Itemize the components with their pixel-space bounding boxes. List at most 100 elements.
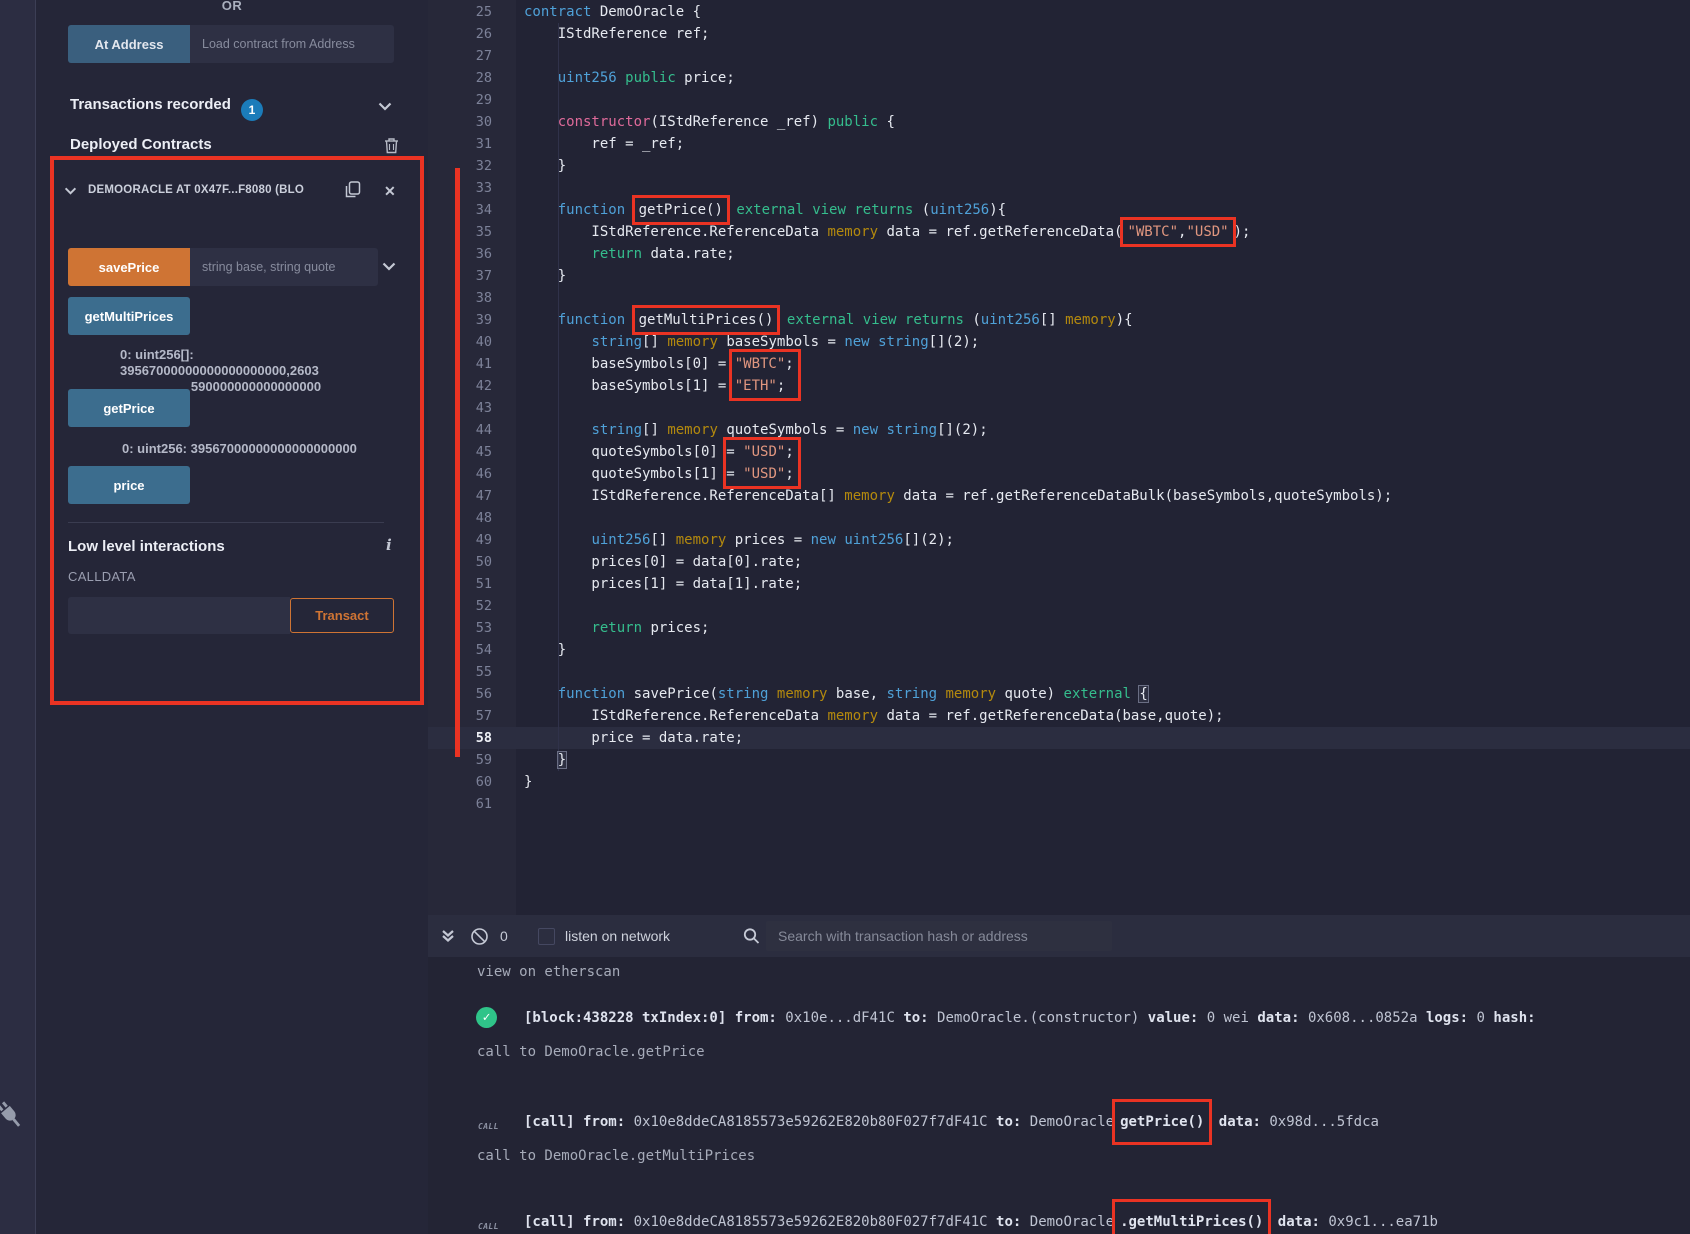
code-line[interactable]: 39 function getMultiPrices() external vi… [428,309,1690,331]
terminal-transaction-entry[interactable]: ✓[block:438228 txIndex:0] from: 0x10e...… [428,1007,1690,1029]
terminal-text-segment: hash: [1493,1010,1535,1026]
code-token: (IStdReference _ref) [650,114,827,130]
code-line[interactable]: 48 [428,507,1690,529]
code-line[interactable]: 35 IStdReference.ReferenceData memory da… [428,221,1690,243]
code-line[interactable]: 56 function savePrice(string memory base… [428,683,1690,705]
terminal-text-segment: from: [583,1214,625,1230]
terminal-transaction-entry[interactable]: CALL[call] from: 0x10e8ddeCA8185573e5926… [428,1111,1690,1133]
listen-on-network-label: listen on network [565,915,670,957]
code-line[interactable]: 34 function getPrice() external view ret… [428,199,1690,221]
code-token: returns [854,202,913,218]
terminal-log[interactable]: view on etherscan✓[block:438228 txIndex:… [428,957,1690,1234]
code-line[interactable]: 38 [428,287,1690,309]
line-number: 51 [428,573,492,595]
code-line[interactable]: 25contract DemoOracle { [428,1,1690,23]
code-token: memory [844,488,895,504]
code-line[interactable]: 29 [428,89,1690,111]
code-line[interactable]: 28 uint256 public price; [428,67,1690,89]
code-line[interactable]: 61 [428,793,1690,815]
contract-expand-chevron-icon[interactable] [64,187,77,195]
code-line[interactable]: 54 } [428,639,1690,661]
code-line[interactable]: 58 price = data.rate; [428,727,1690,749]
code-token: public [625,70,676,86]
code-line[interactable]: 46 quoteSymbols[1] = "USD"; [428,463,1690,485]
code-token: data.rate; [642,246,735,262]
line-number: 48 [428,507,492,529]
code-token: ); [1234,224,1251,240]
code-line[interactable]: 55 [428,661,1690,683]
line-number: 33 [428,177,492,199]
copy-address-icon[interactable] [345,181,361,199]
code-line[interactable]: 33 [428,177,1690,199]
code-line[interactable]: 57 IStdReference.ReferenceData memory da… [428,705,1690,727]
at-address-button[interactable]: At Address [68,25,190,63]
code-line[interactable]: 40 string[] memory baseSymbols = new str… [428,331,1690,353]
code-token: [](2); [929,334,980,350]
annotation-red-box: .getMultiPrices() [1112,1199,1271,1234]
code-line[interactable]: 37 } [428,265,1690,287]
plugin-manager-icon[interactable] [0,1091,34,1139]
deployed-contract-header[interactable]: DEMOORACLE AT 0X47F...F8080 (BLO ✕ [64,181,404,205]
remove-contract-icon[interactable]: ✕ [384,183,396,200]
transactions-count-badge: 1 [241,99,263,121]
code-token: } [524,642,566,658]
code-line[interactable]: 36 return data.rate; [428,243,1690,265]
terminal-text-segment: to: [996,1114,1021,1130]
code-token: new [853,422,878,438]
code-line[interactable]: 44 string[] memory quoteSymbols = new st… [428,419,1690,441]
code-line[interactable]: 43 [428,397,1690,419]
code-line[interactable]: 27 [428,45,1690,67]
terminal-search-input[interactable] [766,921,1112,951]
transact-button[interactable]: Transact [290,598,394,633]
code-editor[interactable]: 25contract DemoOracle {26 IStdReference … [428,0,1690,915]
code-line[interactable]: 31 ref = _ref; [428,133,1690,155]
price-button[interactable]: price [68,466,190,504]
listen-on-network-checkbox[interactable] [538,928,555,945]
code-token: price; [676,70,735,86]
code-token: "USD" [1186,224,1228,240]
info-icon[interactable]: i [386,536,392,554]
code-line[interactable]: 47 IStdReference.ReferenceData[] memory … [428,485,1690,507]
line-number: 26 [428,23,492,45]
code-line[interactable]: 50 prices[0] = data[0].rate; [428,551,1690,573]
collapse-terminal-icon[interactable] [441,915,455,957]
code-token: function [558,312,625,328]
trash-icon[interactable] [384,137,399,154]
at-address-input[interactable] [190,25,394,63]
code-line[interactable]: 59 } [428,749,1690,771]
code-line[interactable]: 26 IStdReference ref; [428,23,1690,45]
code-token: return [591,246,642,262]
get-price-button[interactable]: getPrice [68,389,190,427]
clear-console-icon[interactable] [470,915,489,957]
code-line[interactable]: 32 } [428,155,1690,177]
calldata-input[interactable] [68,597,290,634]
code-line[interactable]: 41 baseSymbols[0] = "WBTC"; [428,353,1690,375]
save-price-button[interactable]: savePrice [68,248,190,286]
transactions-chevron-down-icon[interactable] [378,102,392,111]
code-token: uint256 [981,312,1040,328]
code-token: quote) [996,686,1063,702]
code-line[interactable]: 60} [428,771,1690,793]
low-level-interactions-label: Low level interactions [68,538,225,555]
code-line[interactable]: 51 prices[1] = data[1].rate; [428,573,1690,595]
code-token [854,312,862,328]
code-line[interactable]: 49 uint256[] memory prices = new uint256… [428,529,1690,551]
code-token [524,686,558,702]
save-price-args-input[interactable] [190,248,378,286]
terminal-text-segment: data: [1219,1114,1261,1130]
code-line[interactable]: 45 quoteSymbols[0] = "USD"; [428,441,1690,463]
transactions-recorded-header[interactable]: Transactions recorded1 [70,96,263,121]
code-token: } [524,774,532,790]
get-multi-prices-button[interactable]: getMultiPrices [68,297,190,335]
line-number: 45 [428,441,492,463]
code-line[interactable]: 53 return prices; [428,617,1690,639]
result-line: 0: uint256[]: 39567000000000000000000,26… [120,347,392,379]
terminal-transaction-entry[interactable]: CALL[call] from: 0x10e8ddeCA8185573e5926… [428,1211,1690,1233]
save-price-expand-chevron-icon[interactable] [382,262,396,271]
code-token: ( [913,202,930,218]
code-line[interactable]: 52 [428,595,1690,617]
code-token: new [844,334,869,350]
code-line[interactable]: 30 constructor(IStdReference _ref) publi… [428,111,1690,133]
code-line[interactable]: 42 baseSymbols[1] = "ETH"; [428,375,1690,397]
code-token: [] [642,422,667,438]
